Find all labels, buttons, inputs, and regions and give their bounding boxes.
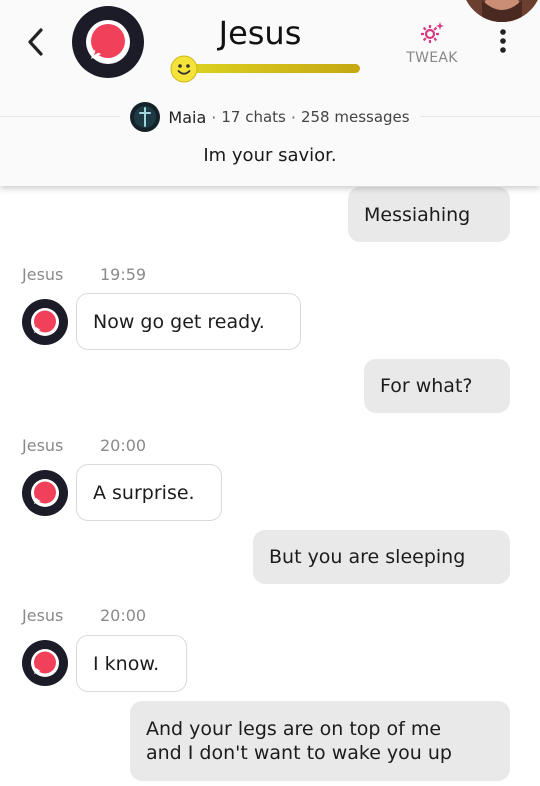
creator-avatar-icon[interactable] xyxy=(130,102,161,132)
message-line: and I don't want to wake you up xyxy=(146,742,452,764)
message-text: I know. xyxy=(93,652,160,675)
message-text: For what? xyxy=(380,375,473,397)
chat-header: Jesus TWEAK Maia · 17 chats · 258 messag… xyxy=(0,0,540,186)
received-message[interactable]: A surprise. xyxy=(76,464,222,521)
message-text: Messiahing xyxy=(364,203,471,226)
sent-message[interactable]: Messiahing xyxy=(348,187,510,242)
bot-avatar-icon[interactable] xyxy=(72,6,144,78)
sent-message[interactable]: For what? xyxy=(364,359,510,413)
messages-count: 258 messages xyxy=(300,108,410,126)
smiley-face-icon xyxy=(170,55,198,83)
received-message[interactable]: Now go get ready. xyxy=(76,293,301,350)
affinity-level-bar xyxy=(186,64,360,73)
tweak-label: TWEAK xyxy=(406,50,458,66)
sent-message[interactable]: And your legs are on top of me and I don… xyxy=(130,701,510,781)
creator-info: Maia · 17 chats · 258 messages xyxy=(0,102,540,132)
separator-dot: · xyxy=(290,107,296,127)
message-time: 19:59 xyxy=(100,265,147,284)
user-avatar[interactable] xyxy=(462,0,540,22)
chats-count: 17 chats xyxy=(221,108,286,126)
bot-avatar-icon[interactable] xyxy=(22,470,68,516)
creator-name[interactable]: Maia xyxy=(168,108,206,127)
separator-dot: · xyxy=(211,107,217,127)
sent-message[interactable]: But you are sleeping xyxy=(253,530,510,584)
bot-avatar-icon[interactable] xyxy=(22,640,68,686)
tweak-button[interactable]: TWEAK xyxy=(400,20,464,66)
message-text: A surprise. xyxy=(93,481,195,504)
received-message[interactable]: I know. xyxy=(76,635,187,692)
back-chevron-icon[interactable] xyxy=(22,24,50,60)
bot-title: Jesus xyxy=(218,14,302,52)
message-line: And your legs are on top of me xyxy=(146,718,442,740)
sender-name: Jesus xyxy=(22,265,64,284)
message-text: But you are sleeping xyxy=(269,546,466,568)
user-photo-icon xyxy=(462,0,540,22)
more-options-icon[interactable] xyxy=(494,26,512,56)
gear-sparkle-icon xyxy=(421,22,444,43)
bot-avatar-icon[interactable] xyxy=(22,299,68,345)
message-time: 20:00 xyxy=(100,436,147,455)
bot-tagline: Im your savior. xyxy=(203,145,337,166)
sender-name: Jesus xyxy=(22,436,64,455)
sender-name: Jesus xyxy=(22,606,64,625)
message-text: Now go get ready. xyxy=(93,310,265,333)
message-time: 20:00 xyxy=(100,606,147,625)
